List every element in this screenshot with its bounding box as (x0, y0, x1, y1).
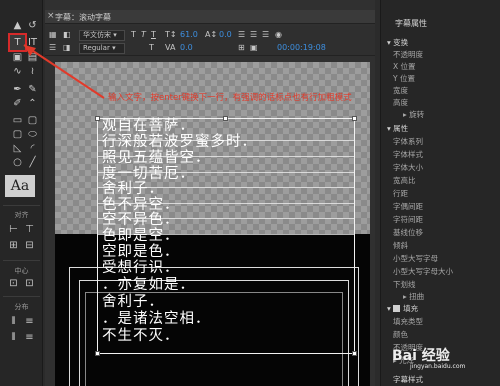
align-label: 对齐 (14, 211, 29, 219)
baidu-watermark: Bai 经验 jingyan.baidu.com (392, 345, 465, 370)
ellipse-tool-icon[interactable]: ○ (10, 155, 25, 170)
distribute-middle-icon[interactable]: ≡ (22, 330, 37, 345)
align-center-h-icon[interactable]: ⊞ (6, 238, 21, 253)
prop-label: 填充 (403, 304, 419, 313)
prop-group-fill[interactable]: ▾ 填充 (387, 303, 418, 314)
prop-kerning[interactable]: 字偶间距 (393, 201, 423, 212)
subtitle-line[interactable]: 舍利子． (102, 294, 164, 311)
fill-checkbox-icon[interactable] (393, 305, 401, 312)
watermark-url: jingyan.baidu.com (410, 363, 466, 370)
prop-slant[interactable]: 倾斜 (393, 240, 408, 251)
wedge-tool-icon[interactable]: ◺ (10, 141, 25, 156)
resize-handle[interactable] (352, 116, 357, 121)
prop-label: 属性 (393, 124, 409, 133)
distribute-top-icon[interactable]: ≡ (22, 314, 37, 329)
align-left-text-icon[interactable]: ☰ (238, 30, 245, 39)
align-top-icon[interactable]: ⊤ (22, 222, 37, 237)
subtitle-line[interactable]: 照见五蕴皆空． (102, 150, 211, 167)
prop-fill-type[interactable]: 填充类型 (393, 316, 423, 327)
align-center-v-icon[interactable]: ⊟ (22, 238, 37, 253)
resize-handle[interactable] (352, 351, 357, 356)
subtitle-line[interactable]: 空即是色． (102, 244, 180, 261)
prop-height[interactable]: 高度 (393, 97, 408, 108)
prop-x-position[interactable]: X 位置 (393, 61, 416, 72)
title-styles-label: 字幕样式 (393, 375, 423, 384)
subtitle-line[interactable]: 观自在菩萨． (102, 118, 195, 135)
align-right-text-icon[interactable]: ☰ (262, 30, 269, 39)
prop-label: 变换 (393, 38, 409, 47)
subtitle-line[interactable]: 舍利子． (102, 181, 164, 198)
size-icon: T↕ (165, 30, 177, 39)
align-left-icon[interactable]: ⊢ (6, 222, 21, 237)
prop-opacity[interactable]: 不透明度 (393, 49, 423, 60)
subtitle-line[interactable]: 色即是空． (102, 228, 180, 245)
subtitle-line[interactable]: ．是诸法空相． (102, 311, 211, 328)
title-canvas[interactable]: 观自在菩萨． 行深般若波罗蜜多时． 照见五蕴皆空． 度一切苦厄． 舍利子． 色不… (55, 62, 370, 386)
center-label: 中心 (14, 267, 29, 275)
distribute-left-icon[interactable]: ⫴ (6, 314, 21, 329)
subtitle-line[interactable]: 不生不灭． (102, 328, 180, 345)
prop-small-caps-size[interactable]: 小型大写字母大小 (393, 266, 453, 277)
prop-group-transform[interactable]: ▾ 变换 (387, 37, 408, 48)
subtitle-line[interactable]: ．亦复如是． (102, 277, 195, 294)
kerning-icon: VA (165, 43, 176, 52)
show-video-icon[interactable]: ◉ (275, 30, 282, 39)
resize-handle[interactable] (95, 116, 100, 121)
prop-distort[interactable]: ▸ 扭曲 (403, 291, 424, 302)
prop-label: 旋转 (409, 110, 425, 119)
arc-tool-icon[interactable]: ◜ (25, 141, 40, 156)
tab-stops-icon[interactable]: ⊞ (238, 43, 245, 52)
subtitle-line[interactable]: 行深般若波罗蜜多时． (102, 134, 257, 151)
center-vertical-icon[interactable]: ⊡ (22, 276, 37, 291)
distribute-center-icon[interactable]: ⫴ (6, 330, 21, 345)
prop-aspect[interactable]: 宽高比 (393, 175, 416, 186)
resize-handle[interactable] (223, 116, 228, 121)
font-size-value[interactable]: 61.0 (180, 30, 198, 39)
distribute-label: 分布 (14, 303, 29, 311)
prop-rotation[interactable]: ▸ 旋转 (403, 109, 424, 120)
prop-color[interactable]: 颜色 (393, 329, 408, 340)
resize-handle[interactable] (95, 351, 100, 356)
safe-title-icon[interactable]: ▣ (250, 43, 258, 52)
divider (3, 205, 40, 206)
rounded-corner-tool-icon[interactable]: ⬭ (25, 127, 40, 142)
watermark-brand: Bai 经验 (392, 348, 450, 364)
align-center-text-icon[interactable]: ☰ (250, 30, 257, 39)
center-horizontal-icon[interactable]: ⊡ (6, 276, 21, 291)
prop-width[interactable]: 宽度 (393, 85, 408, 96)
leading-value[interactable]: 0.0 (219, 30, 232, 39)
subtitle-line[interactable]: 空不异色． (102, 212, 180, 229)
prop-group-properties[interactable]: ▾ 属性 (387, 123, 408, 134)
kerning-value[interactable]: 0.0 (180, 43, 193, 52)
prop-font-family[interactable]: 字体系列 (393, 136, 423, 147)
subtitle-line[interactable]: 受想行识． (102, 260, 180, 277)
prop-font-size[interactable]: 字体大小 (393, 162, 423, 173)
line-tool-icon[interactable]: ╱ (25, 155, 40, 170)
rounded-rect-tool-icon[interactable]: ▢ (10, 127, 25, 142)
properties-header: 字幕属性 (395, 19, 427, 28)
prop-leading[interactable]: 行距 (393, 188, 408, 199)
titler-main-panel: × 字幕：滚动字幕 ▦ ☰ ◧ ◨ 华文仿宋 ▾ Regular ▾ T T T… (23, 0, 375, 386)
prop-underline[interactable]: 下划线 (393, 279, 416, 290)
prop-small-caps[interactable]: 小型大写字母 (393, 253, 438, 264)
prop-baseline-shift[interactable]: 基线位移 (393, 227, 423, 238)
clipped-corner-tool-icon[interactable]: ▢ (25, 113, 40, 128)
prop-y-position[interactable]: Y 位置 (393, 73, 415, 84)
properties-panel: 字幕属性 ▾ 变换 不透明度 X 位置 Y 位置 宽度 高度 ▸ 旋转 ▾ 属性… (380, 0, 500, 386)
prop-label: 扭曲 (409, 292, 425, 301)
divider (3, 296, 40, 297)
rectangle-tool-icon[interactable]: ▭ (10, 113, 25, 128)
leading-icon: A↕ (205, 30, 218, 39)
style-preview[interactable]: Aa (5, 175, 35, 197)
timecode[interactable]: 00:00:19:08 (277, 43, 326, 52)
divider (3, 260, 40, 261)
annotation-arrow (23, 44, 105, 99)
prop-font-style[interactable]: 字体样式 (393, 149, 423, 160)
prop-tracking[interactable]: 字符间距 (393, 214, 423, 225)
